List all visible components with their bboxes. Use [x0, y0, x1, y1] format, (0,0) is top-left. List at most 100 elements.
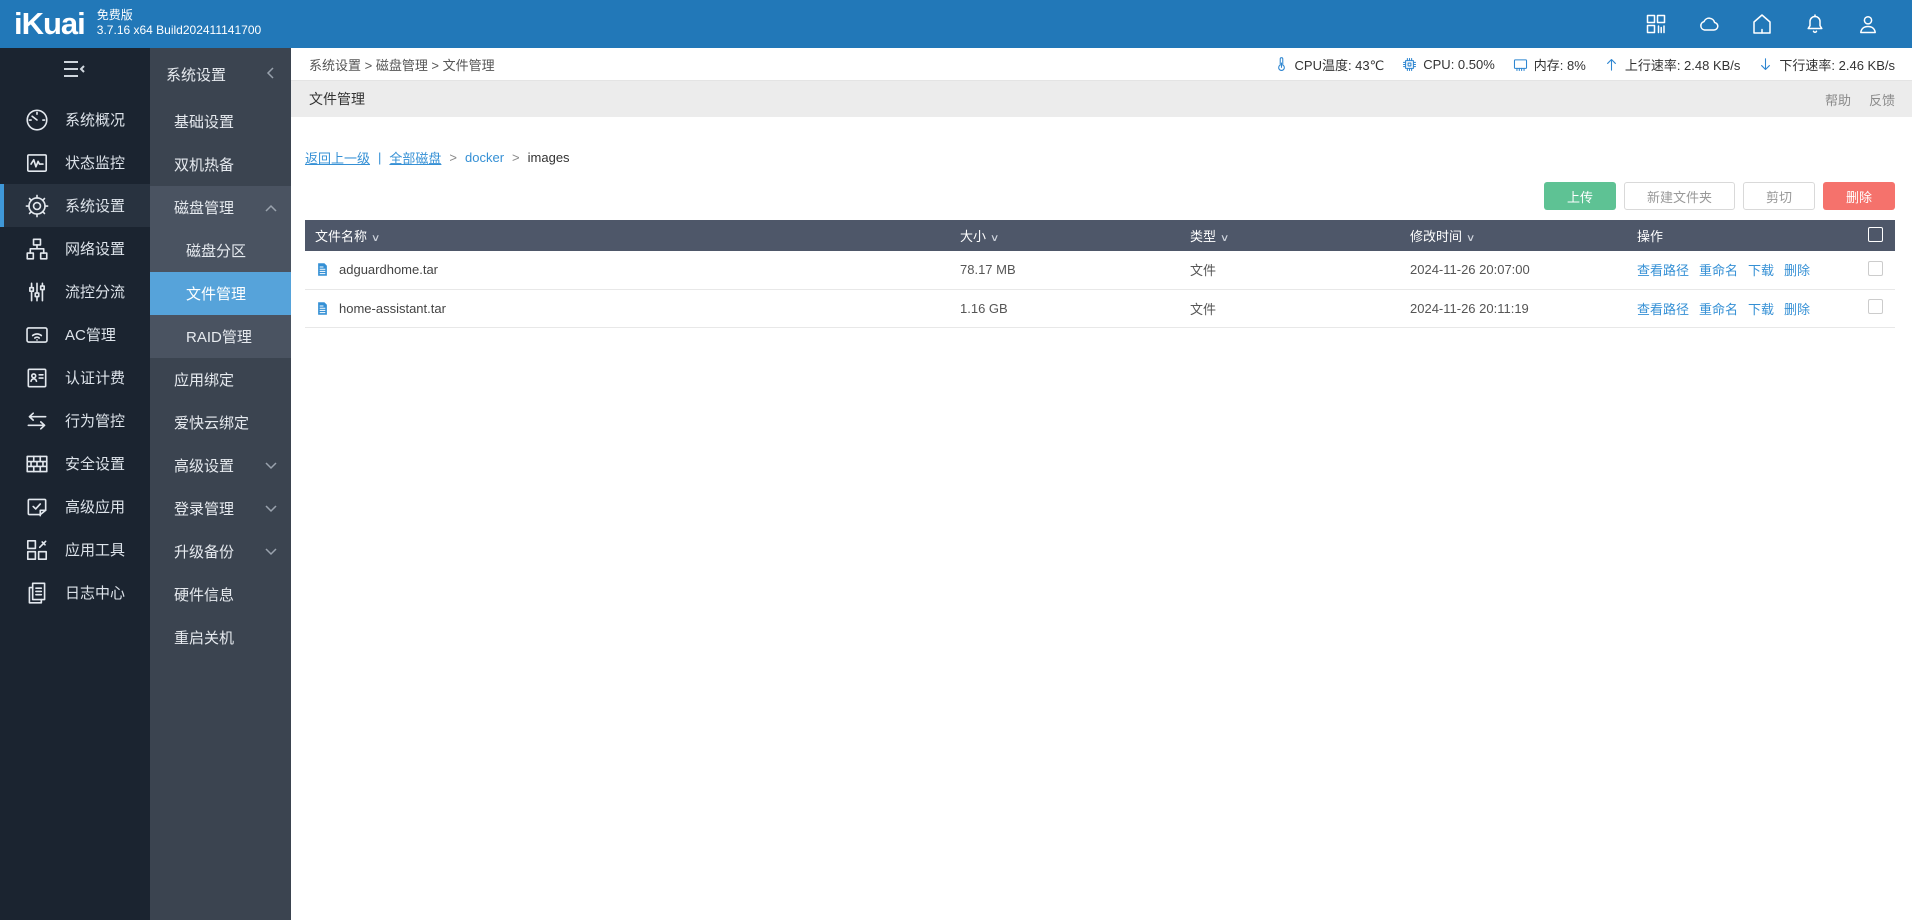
- swap-arrows-icon: [24, 408, 50, 434]
- submenu-item-app-binding[interactable]: 应用绑定: [150, 358, 291, 401]
- cloud-icon[interactable]: [1697, 12, 1721, 36]
- submenu-item-hardware-info[interactable]: 硬件信息: [150, 573, 291, 616]
- version-info: 免费版 3.7.16 x64 Build202411141700: [97, 8, 261, 38]
- chevron-left-icon[interactable]: [265, 66, 277, 83]
- sidebar-item-ac-management[interactable]: AC管理: [0, 313, 150, 356]
- sidebar-item-advanced-apps[interactable]: 高级应用: [0, 485, 150, 528]
- sidebar-item-auth-billing[interactable]: 认证计费: [0, 356, 150, 399]
- cut-button[interactable]: 剪切: [1742, 182, 1815, 210]
- submenu-item-login-management[interactable]: 登录管理: [150, 487, 291, 530]
- path-crumb-全部磁盘[interactable]: 全部磁盘: [389, 148, 441, 167]
- gauge-icon: [24, 107, 50, 133]
- status-segment: CPU温度: 43℃: [1273, 55, 1384, 74]
- header-filename[interactable]: 文件名称 ∨: [305, 220, 950, 251]
- file-table: 文件名称 ∨ 大小 ∨ 类型 ∨ 修改时间 ∨ 操作 adguardhome.tar 78…: [305, 220, 1895, 328]
- user-icon[interactable]: [1856, 12, 1880, 36]
- file-name: adguardhome.tar: [339, 262, 439, 278]
- submenu-item-basic-settings[interactable]: 基础设置: [150, 100, 291, 143]
- submenu-item-raid-management[interactable]: RAID管理: [150, 315, 291, 358]
- select-all-checkbox[interactable]: [1867, 226, 1883, 242]
- id-card-icon: [24, 365, 50, 391]
- page-title: 文件管理: [309, 91, 365, 107]
- sidebar-item-system-overview[interactable]: 系统概况: [0, 98, 150, 141]
- hamburger-icon: [62, 60, 88, 78]
- row-checkbox[interactable]: [1867, 299, 1883, 314]
- submenu-item-label: 爱快云绑定: [174, 415, 250, 432]
- submenu-item-ikuai-cloud-binding[interactable]: 爱快云绑定: [150, 401, 291, 444]
- submenu-item-disk-partition[interactable]: 磁盘分区: [150, 229, 291, 272]
- back-up-link[interactable]: 返回上一级: [305, 148, 370, 167]
- file-size: 78.17 MB: [950, 251, 1180, 290]
- path-arrow: >: [512, 150, 520, 165]
- new-folder-button[interactable]: 新建文件夹: [1623, 182, 1735, 210]
- submenu-item-label: 磁盘管理: [174, 200, 235, 217]
- secondary-sidebar: 系统设置 基础设置 双机热备 磁盘管理 磁盘分区 文件管理 RAID管理 应用绑定 爱快云绑定…: [150, 48, 291, 920]
- sidebar-item-label: 高级应用: [65, 499, 126, 516]
- app-check-icon: [24, 494, 50, 520]
- sidebar-item-label: 状态监控: [65, 155, 126, 172]
- status-segment: 上行速率: 2.48 KB/s: [1603, 55, 1740, 74]
- table-row: adguardhome.tar 78.17 MB 文件 2024-11-26 20:0…: [305, 251, 1895, 290]
- submenu-item-label: 硬件信息: [174, 587, 235, 604]
- sidebar-item-label: 安全设置: [65, 456, 126, 473]
- path-separator: |: [378, 150, 382, 165]
- submenu-item-advanced-settings[interactable]: 高级设置: [150, 444, 291, 487]
- file-icon: [315, 261, 330, 278]
- apps-grid-icon[interactable]: [1644, 12, 1668, 36]
- view-path-link[interactable]: 查看路径: [1637, 299, 1689, 318]
- ikuai-logo: iKuai: [14, 6, 86, 41]
- table-row: home-assistant.tar 1.16 GB 文件 2024-11-26 20…: [305, 289, 1895, 328]
- logs-icon: [24, 580, 50, 606]
- status-text: 下行速率: 2.46 KB/s: [1779, 57, 1895, 73]
- row-checkbox[interactable]: [1867, 260, 1883, 276]
- sidebar-item-network-settings[interactable]: 网络设置: [0, 227, 150, 270]
- file-type: 文件: [1180, 251, 1400, 290]
- path-crumb-images: images: [527, 150, 570, 165]
- content: 返回上一级 | 全部磁盘 > docker > images 上传 新建文件夹 剪切 删…: [291, 117, 1912, 920]
- delete-link[interactable]: 删除: [1784, 299, 1810, 318]
- delete-link[interactable]: 删除: [1784, 260, 1810, 279]
- header-mtime[interactable]: 修改时间 ∨: [1400, 220, 1627, 251]
- sidebar-collapse-button[interactable]: [0, 48, 150, 90]
- submenu-item-file-management[interactable]: 文件管理: [150, 272, 291, 315]
- sidebar-item-status-monitor[interactable]: 状态监控: [0, 141, 150, 184]
- sidebar-item-flow-control[interactable]: 流控分流: [0, 270, 150, 313]
- feedback-link[interactable]: 反馈: [1869, 90, 1895, 109]
- view-path-link[interactable]: 查看路径: [1637, 260, 1689, 279]
- submenu-item-disk-management[interactable]: 磁盘管理: [150, 186, 291, 229]
- topbar-icons: [1644, 12, 1912, 36]
- wifi-icon: [24, 322, 50, 348]
- sort-chevron-icon: ∨: [1465, 233, 1476, 244]
- bell-icon[interactable]: [1803, 12, 1827, 36]
- monitor-pulse-icon: [24, 150, 50, 176]
- header-operations: 操作: [1627, 220, 1855, 251]
- sidebar-item-security-settings[interactable]: 安全设置: [0, 442, 150, 485]
- sidebar-item-app-tools[interactable]: 应用工具: [0, 528, 150, 571]
- status-text: CPU: 0.50%: [1423, 56, 1495, 72]
- help-link[interactable]: 帮助: [1825, 90, 1851, 109]
- submenu-item-label: 重启关机: [174, 630, 235, 647]
- download-link[interactable]: 下载: [1748, 260, 1774, 279]
- submenu-item-reboot-shutdown[interactable]: 重启关机: [150, 616, 291, 659]
- sidebar-item-log-center[interactable]: 日志中心: [0, 571, 150, 614]
- status-segment: 下行速率: 2.46 KB/s: [1757, 55, 1895, 74]
- submenu-item-upgrade-backup[interactable]: 升级备份: [150, 530, 291, 573]
- sidebar-item-behavior-control[interactable]: 行为管控: [0, 399, 150, 442]
- upload-button[interactable]: 上传: [1543, 182, 1616, 210]
- delete-button[interactable]: 删除: [1822, 182, 1895, 210]
- header-checkbox-cell: [1855, 220, 1895, 251]
- sidebar-item-label: 行为管控: [65, 413, 126, 430]
- rename-link[interactable]: 重命名: [1699, 260, 1738, 279]
- sort-chevron-icon: ∨: [989, 233, 1000, 244]
- header-size[interactable]: 大小 ∨: [950, 220, 1180, 251]
- sidebar-item-system-settings[interactable]: 系统设置: [0, 184, 150, 227]
- submenu-item-label: 基础设置: [174, 114, 235, 131]
- submenu-item-dual-hot-standby[interactable]: 双机热备: [150, 143, 291, 186]
- home-icon[interactable]: [1750, 12, 1774, 36]
- main-area: 系统设置 > 磁盘管理 > 文件管理 CPU温度: 43℃ CPU: 0.50% 内…: [291, 48, 1912, 920]
- path-crumb-docker[interactable]: docker: [465, 150, 504, 165]
- rename-link[interactable]: 重命名: [1699, 299, 1738, 318]
- header-type[interactable]: 类型 ∨: [1180, 220, 1400, 251]
- file-name: home-assistant.tar: [339, 300, 446, 316]
- download-link[interactable]: 下载: [1748, 299, 1774, 318]
